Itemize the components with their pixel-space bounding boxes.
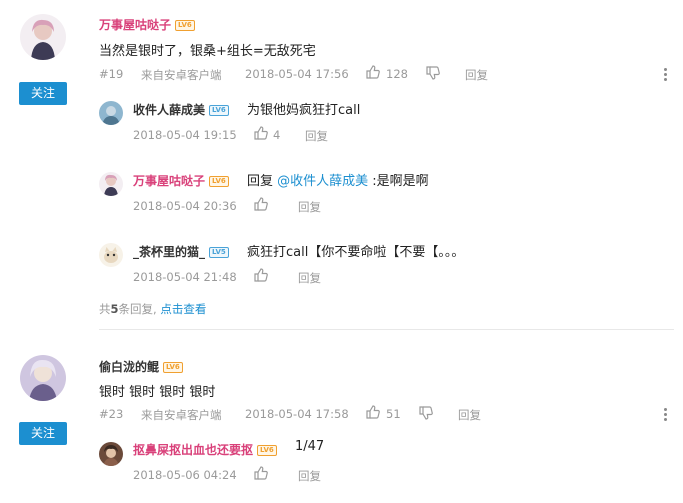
comment-author[interactable]: 万事屋咕哒子 LV6 bbox=[99, 16, 195, 33]
reply-text: 回复 @收件人薛成美 :是啊是啊 bbox=[247, 170, 429, 189]
reply-time: 2018-05-04 21:48 bbox=[133, 270, 237, 284]
reply-prefix: 回复 bbox=[247, 174, 278, 189]
author-name[interactable]: 偷白泷的鲲 bbox=[99, 360, 159, 374]
avatar[interactable] bbox=[99, 101, 123, 125]
mention-link[interactable]: @收件人薛成美 bbox=[277, 174, 368, 189]
reply-time: 2018-05-04 19:15 bbox=[133, 128, 237, 142]
author-name[interactable]: 抠鼻屎抠出血也还要抠 bbox=[133, 443, 253, 457]
reply-time: 2018-05-06 04:24 bbox=[133, 468, 237, 482]
level-badge: LV6 bbox=[209, 105, 229, 116]
author-name[interactable]: 收件人薛成美 bbox=[133, 103, 205, 117]
thumbs-up-icon[interactable] bbox=[254, 268, 268, 282]
comment-text: 当然是银时了，银桑+组长=无敌死宅 bbox=[99, 44, 316, 59]
summary-prefix: 共 bbox=[99, 302, 111, 316]
reply-text: 疯狂打call【你不要命啦【不要【。。。 bbox=[247, 245, 465, 260]
avatar[interactable] bbox=[20, 355, 66, 401]
level-badge: LV6 bbox=[257, 445, 277, 456]
comment-text: 银时 银时 银时 银时 bbox=[99, 385, 216, 400]
reply-author[interactable]: 万事屋咕哒子 LV6 bbox=[133, 172, 229, 189]
reply-button[interactable]: 回复 bbox=[305, 128, 328, 144]
avatar[interactable] bbox=[99, 172, 123, 196]
reply-author[interactable]: 抠鼻屎抠出血也还要抠 LV6 bbox=[133, 441, 277, 458]
reply-button[interactable]: 回复 bbox=[298, 468, 321, 484]
summary-suffix: 条回复, bbox=[118, 302, 157, 316]
reply-author[interactable]: 收件人薛成美 LV6 bbox=[133, 101, 229, 118]
author-name[interactable]: 万事屋咕哒子 bbox=[99, 18, 171, 32]
reply-body: :是啊是啊 bbox=[368, 174, 429, 189]
level-badge: LV6 bbox=[163, 362, 183, 373]
more-vertical-icon[interactable] bbox=[664, 68, 668, 83]
comment-source: 来自安卓客户端 bbox=[141, 68, 222, 82]
level-badge: LV6 bbox=[209, 176, 229, 187]
avatar[interactable] bbox=[99, 243, 123, 267]
like-count: 128 bbox=[386, 67, 408, 81]
reply-button[interactable]: 回复 bbox=[465, 67, 488, 83]
thumbs-up-icon[interactable] bbox=[366, 65, 380, 79]
view-replies-link[interactable]: 点击查看 bbox=[160, 302, 206, 316]
more-vertical-icon[interactable] bbox=[664, 408, 668, 423]
avatar[interactable] bbox=[20, 14, 66, 60]
thumbs-up-icon[interactable] bbox=[366, 405, 380, 419]
follow-button[interactable]: 关注 bbox=[19, 422, 67, 445]
thumbs-down-icon[interactable] bbox=[419, 406, 433, 420]
comment-source: 来自安卓客户端 bbox=[141, 408, 222, 422]
thumbs-up-icon[interactable] bbox=[254, 126, 268, 140]
reply-text: 1/47 bbox=[295, 439, 325, 454]
level-badge: LV5 bbox=[209, 247, 229, 258]
comment-time: 2018-05-04 17:56 bbox=[245, 67, 349, 81]
comment-time: 2018-05-04 17:58 bbox=[245, 407, 349, 421]
comment-author[interactable]: 偷白泷的鲲 LV6 bbox=[99, 358, 183, 375]
author-name[interactable]: 万事屋咕哒子 bbox=[133, 174, 205, 188]
level-badge: LV6 bbox=[175, 20, 195, 31]
thumbs-up-icon[interactable] bbox=[254, 197, 268, 211]
floor-number: #23 bbox=[99, 407, 124, 421]
reply-button[interactable]: 回复 bbox=[298, 270, 321, 286]
like-count: 51 bbox=[386, 407, 401, 421]
divider bbox=[99, 329, 674, 330]
summary-count: 5 bbox=[110, 302, 119, 316]
reply-button[interactable]: 回复 bbox=[458, 407, 481, 423]
reply-text: 为银他妈疯狂打call bbox=[247, 103, 361, 118]
avatar[interactable] bbox=[99, 442, 123, 466]
reply-author[interactable]: _茶杯里的猫_ LV5 bbox=[133, 243, 229, 260]
floor-number: #19 bbox=[99, 67, 124, 81]
reply-time: 2018-05-04 20:36 bbox=[133, 199, 237, 213]
like-count: 4 bbox=[273, 128, 281, 142]
reply-button[interactable]: 回复 bbox=[298, 199, 321, 215]
thumbs-down-icon[interactable] bbox=[426, 66, 440, 80]
follow-button[interactable]: 关注 bbox=[19, 82, 67, 105]
author-name[interactable]: _茶杯里的猫_ bbox=[133, 245, 205, 259]
thumbs-up-icon[interactable] bbox=[254, 466, 268, 480]
replies-summary: 共5条回复, 点击查看 bbox=[99, 301, 206, 317]
